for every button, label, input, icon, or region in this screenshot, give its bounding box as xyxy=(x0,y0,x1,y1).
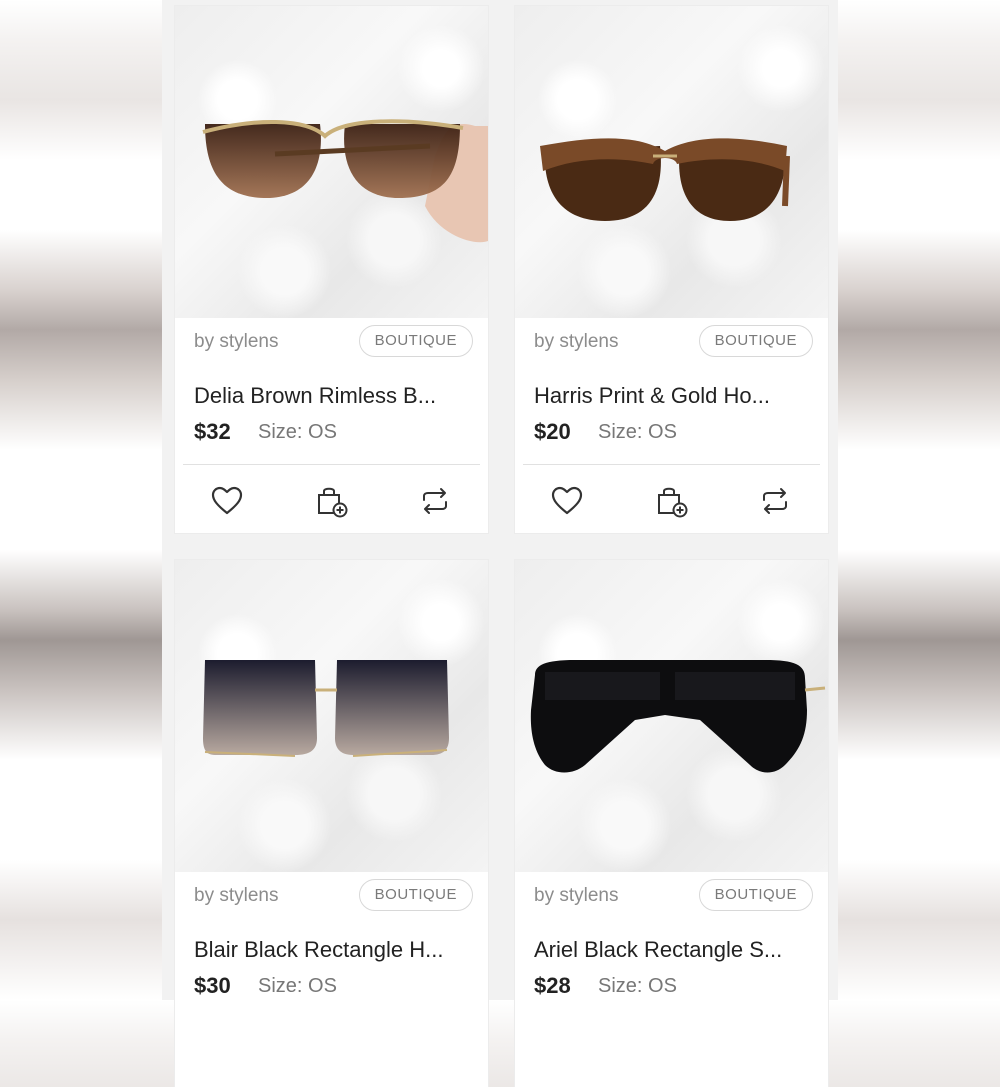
share-button[interactable] xyxy=(757,483,793,519)
share-button[interactable] xyxy=(417,483,453,519)
product-price: $20 xyxy=(534,419,571,444)
product-size: Size: OS xyxy=(598,421,677,443)
like-button[interactable] xyxy=(209,483,245,519)
product-card[interactable]: by stylens BOUTIQUE Delia Brown Rimless … xyxy=(175,6,488,533)
product-title[interactable]: Ariel Black Rectangle S... xyxy=(534,937,814,963)
add-to-bundle-icon xyxy=(658,487,688,518)
boutique-badge: BOUTIQUE xyxy=(698,325,813,357)
product-image[interactable] xyxy=(175,560,488,872)
product-price: $28 xyxy=(534,973,571,998)
product-image[interactable] xyxy=(515,560,828,872)
product-image[interactable] xyxy=(515,6,828,318)
seller-name[interactable]: by stylens xyxy=(194,331,278,353)
boutique-badge: BOUTIQUE xyxy=(358,325,473,357)
product-card[interactable]: by stylens BOUTIQUE Blair Black Rectangl… xyxy=(175,560,488,1087)
product-size: Size: OS xyxy=(258,975,337,997)
product-title[interactable]: Delia Brown Rimless B... xyxy=(194,383,474,409)
divider xyxy=(523,464,820,465)
seller-name[interactable]: by stylens xyxy=(534,331,618,353)
share-icon xyxy=(423,488,447,514)
add-to-bundle-button[interactable] xyxy=(653,483,689,519)
product-card[interactable]: by stylens BOUTIQUE Ariel Black Rectangl… xyxy=(515,560,828,1087)
product-price: $30 xyxy=(194,973,231,998)
seller-name[interactable]: by stylens xyxy=(194,885,278,907)
add-to-bundle-icon xyxy=(318,487,348,518)
product-size: Size: OS xyxy=(258,421,337,443)
heart-icon xyxy=(551,486,583,515)
product-image[interactable] xyxy=(175,6,488,318)
like-button[interactable] xyxy=(549,483,585,519)
divider xyxy=(183,464,480,465)
product-title[interactable]: Blair Black Rectangle H... xyxy=(194,937,474,963)
seller-name[interactable]: by stylens xyxy=(534,885,618,907)
heart-icon xyxy=(211,486,243,515)
boutique-badge: BOUTIQUE xyxy=(358,879,473,911)
share-icon xyxy=(763,488,787,514)
add-to-bundle-button[interactable] xyxy=(313,483,349,519)
boutique-badge: BOUTIQUE xyxy=(698,879,813,911)
product-price: $32 xyxy=(194,419,231,444)
product-title[interactable]: Harris Print & Gold Ho... xyxy=(534,383,814,409)
product-size: Size: OS xyxy=(598,975,677,997)
product-card[interactable]: by stylens BOUTIQUE Harris Print & Gold … xyxy=(515,6,828,533)
